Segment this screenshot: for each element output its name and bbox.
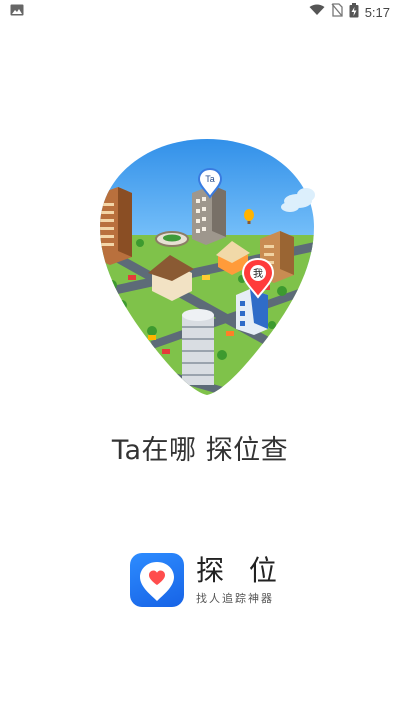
me-building bbox=[236, 289, 268, 335]
city-map-illustration: Ta 我 bbox=[92, 135, 322, 397]
battery-charging-icon bbox=[349, 2, 359, 22]
status-bar: 5:17 bbox=[0, 0, 400, 24]
status-time: 5:17 bbox=[364, 4, 390, 20]
app-name: 探 位 bbox=[196, 553, 285, 587]
brand-logo: 探 位 找人追踪神器 bbox=[130, 552, 290, 608]
brand-text: 探 位 找人追踪神器 bbox=[196, 553, 285, 606]
me-pin-label: 我 bbox=[253, 268, 263, 280]
app-icon bbox=[130, 553, 184, 607]
cylinder-tower bbox=[182, 309, 214, 385]
left-tower-building bbox=[100, 187, 132, 265]
no-sim-icon bbox=[331, 3, 343, 21]
slogan-text: Ta在哪 探位查 bbox=[111, 435, 289, 466]
image-notification-icon bbox=[10, 4, 24, 20]
status-right: 5:17 bbox=[309, 2, 400, 22]
app-tagline: 找人追踪神器 bbox=[196, 591, 274, 605]
wifi-icon bbox=[309, 4, 325, 20]
cloud-left bbox=[96, 157, 122, 172]
location-heart-icon bbox=[140, 562, 174, 601]
status-left bbox=[0, 4, 24, 20]
ta-pin-label: Ta bbox=[205, 174, 215, 184]
